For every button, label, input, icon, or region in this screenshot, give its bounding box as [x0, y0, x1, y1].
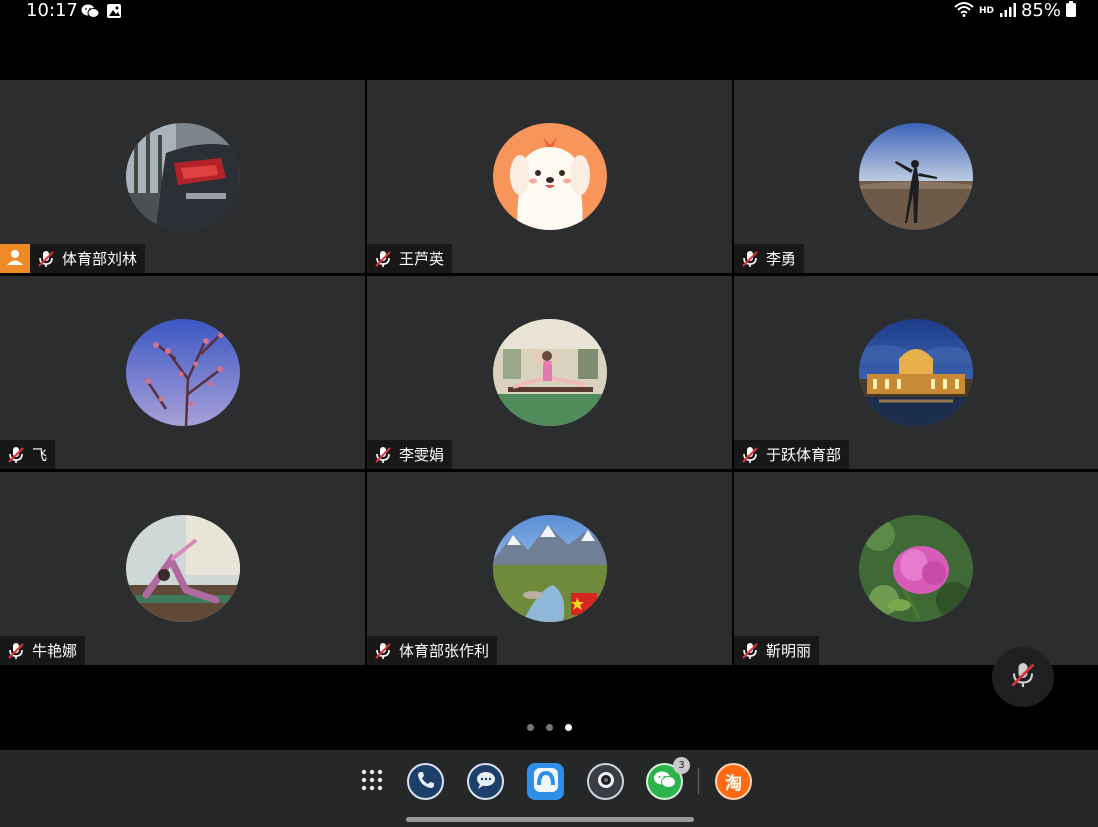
- participant-tile[interactable]: 体育部刘林: [0, 80, 365, 273]
- mic-off-icon: [34, 244, 58, 273]
- wechat-app[interactable]: 3: [646, 757, 690, 800]
- participant-grid: 体育部刘林 王芦英 李勇 飞 李雯娟 于跃体育部 牛艳娜 体育部张作利 靳明丽: [0, 80, 1098, 665]
- avatar: [859, 123, 973, 230]
- home-indicator[interactable]: [406, 817, 694, 822]
- participant-name: 牛艳娜: [32, 642, 78, 660]
- participant-tile[interactable]: 王芦英: [367, 80, 732, 273]
- wechat-notification-icon: [81, 3, 100, 23]
- participant-tile[interactable]: 靳明丽: [734, 472, 1098, 665]
- page-dot-active[interactable]: [565, 724, 572, 731]
- avatar: [492, 319, 607, 426]
- participant-tile[interactable]: 李勇: [734, 80, 1098, 273]
- wechat-icon: [653, 770, 677, 794]
- name-tag: 靳明丽: [734, 636, 820, 665]
- avatar: [125, 123, 240, 230]
- mic-off-icon: [4, 440, 28, 469]
- apps-grid-button[interactable]: [353, 763, 390, 800]
- avatar: [859, 515, 973, 622]
- mic-off-icon: [738, 244, 762, 273]
- mic-off-icon: [371, 636, 395, 665]
- signal-icon: [999, 2, 1016, 21]
- mic-off-icon: [371, 440, 395, 469]
- mic-toggle-button[interactable]: [992, 647, 1054, 707]
- apps-grid-icon: [360, 768, 384, 796]
- camera-app[interactable]: [587, 763, 624, 800]
- wifi-icon: [954, 1, 974, 21]
- page-dot[interactable]: [527, 724, 534, 731]
- dock-divider: [698, 768, 699, 794]
- phone-app[interactable]: [407, 763, 444, 800]
- mic-off-icon: [738, 636, 762, 665]
- participant-name: 王芦英: [399, 250, 445, 268]
- phone-icon: [416, 770, 436, 794]
- notification-badge: 3: [673, 757, 690, 774]
- gallery-notification-icon: [106, 3, 122, 23]
- taobao-icon: 淘: [725, 774, 742, 794]
- participant-name: 李雯娟: [399, 446, 445, 464]
- name-tag: 体育部张作利: [367, 636, 498, 665]
- status-time: 10:17: [26, 0, 78, 21]
- messages-app[interactable]: [467, 763, 504, 800]
- participant-name: 体育部张作利: [399, 642, 490, 660]
- avatar: [492, 515, 607, 622]
- name-tag: 牛艳娜: [0, 636, 86, 665]
- battery-icon: [1066, 1, 1076, 21]
- name-tag: 体育部刘林: [0, 244, 146, 273]
- participant-tile[interactable]: 飞: [0, 276, 365, 469]
- mic-off-icon: [371, 244, 395, 273]
- participant-name: 体育部刘林: [62, 250, 138, 268]
- participant-name: 飞: [32, 446, 48, 464]
- page-dot[interactable]: [546, 724, 553, 731]
- status-bar: 10:17 HD 85%: [0, 0, 1098, 30]
- taobao-app[interactable]: 淘: [715, 763, 752, 800]
- battery-percent: 85%: [1020, 0, 1061, 21]
- avatar: [492, 123, 607, 230]
- network-hd-label: HD: [978, 6, 994, 16]
- browser-app[interactable]: [527, 763, 564, 800]
- camera-icon: [595, 769, 617, 795]
- mic-off-icon: [4, 636, 28, 665]
- messages-icon: [475, 770, 497, 794]
- page-indicator: [527, 724, 572, 731]
- host-person-icon: [6, 248, 24, 270]
- name-tag: 于跃体育部: [734, 440, 850, 469]
- name-tag: 飞: [0, 440, 56, 469]
- avatar: [125, 319, 240, 426]
- name-tag: 李勇: [734, 244, 805, 273]
- participant-name: 靳明丽: [766, 642, 812, 660]
- name-tag: 李雯娟: [367, 440, 453, 469]
- host-badge: [0, 244, 30, 273]
- avatar: [125, 515, 240, 622]
- avatar: [859, 319, 973, 426]
- participant-tile[interactable]: 李雯娟: [367, 276, 732, 469]
- browser-icon: [533, 767, 559, 797]
- mic-off-icon: [1008, 660, 1038, 694]
- participant-tile[interactable]: 体育部张作利: [367, 472, 732, 665]
- participant-name: 于跃体育部: [766, 446, 842, 464]
- app-dock: 3 淘: [0, 750, 1098, 827]
- mic-off-icon: [738, 440, 762, 469]
- participant-tile[interactable]: 于跃体育部: [734, 276, 1098, 469]
- participant-name: 李勇: [766, 250, 797, 268]
- name-tag: 王芦英: [367, 244, 453, 273]
- participant-tile[interactable]: 牛艳娜: [0, 472, 365, 665]
